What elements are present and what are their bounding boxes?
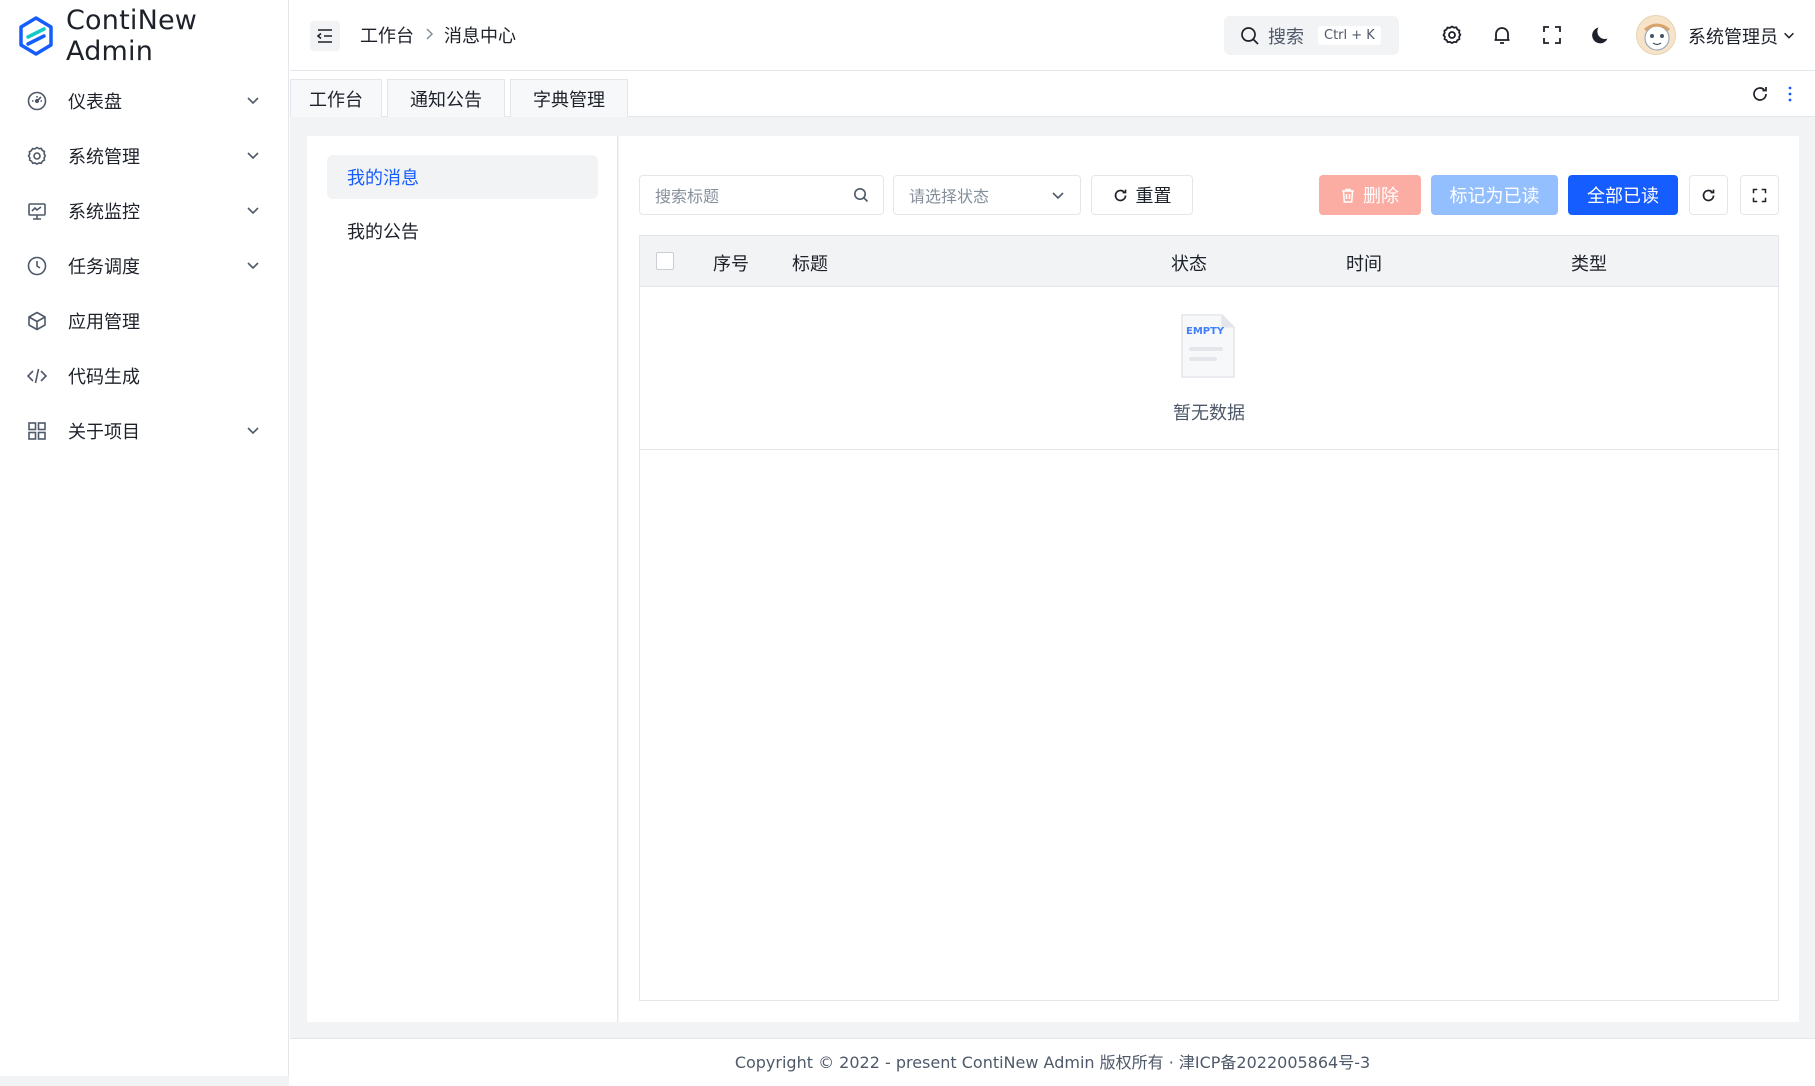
- sidebar-item-dashboard[interactable]: 仪表盘: [0, 73, 289, 128]
- search-shortcut: Ctrl + K: [1318, 26, 1381, 45]
- code-icon: [26, 365, 48, 387]
- more-vertical-icon[interactable]: [1787, 85, 1793, 103]
- message-table: 序号 标题 状态 时间 类型 EMPTY 暂无数据: [639, 235, 1779, 1001]
- empty-badge-text: EMPTY: [1186, 326, 1225, 337]
- empty-text: 暂无数据: [1173, 403, 1245, 424]
- monitor-icon: [26, 200, 48, 222]
- sidebar-item-system-monitor[interactable]: 系统监控: [0, 183, 289, 238]
- empty-state: EMPTY 暂无数据: [640, 287, 1778, 450]
- sidebar-item-code-generation[interactable]: 代码生成: [0, 348, 289, 403]
- chevron-down-icon: [245, 92, 261, 112]
- table-fullscreen-button[interactable]: [1740, 175, 1779, 215]
- chevron-down-icon: [245, 422, 261, 442]
- avatar[interactable]: [1636, 15, 1676, 55]
- global-search[interactable]: 搜索 Ctrl + K: [1224, 16, 1399, 55]
- sidebar-item-label: 仪表盘: [68, 91, 122, 113]
- status-select-placeholder: 请选择状态: [909, 187, 990, 206]
- menu-item-my-messages[interactable]: 我的消息: [327, 155, 598, 199]
- continew-logo-icon: [18, 16, 54, 56]
- sidebar-item-task-scheduling[interactable]: 任务调度: [0, 238, 289, 293]
- sidebar-item-label: 关于项目: [68, 421, 140, 443]
- table-refresh-button[interactable]: [1689, 175, 1728, 215]
- breadcrumb: 工作台 消息中心: [360, 22, 516, 48]
- delete-button[interactable]: 删除: [1319, 175, 1421, 215]
- clock-icon: [26, 255, 48, 277]
- status-select[interactable]: 请选择状态: [893, 175, 1081, 215]
- delete-button-label: 删除: [1363, 186, 1399, 207]
- mark-all-read-button[interactable]: 全部已读: [1568, 175, 1678, 215]
- sidebar-item-label: 代码生成: [68, 366, 140, 388]
- column-time: 时间: [1346, 254, 1382, 275]
- sidebar-menu: 仪表盘 系统管理 系统监控 任务调度 应用管理 代码生成 关于项目: [0, 73, 289, 458]
- sidebar-item-label: 系统监控: [68, 201, 140, 223]
- user-name[interactable]: 系统管理员: [1688, 23, 1778, 49]
- sidebar-item-about-project[interactable]: 关于项目: [0, 403, 289, 458]
- empty-file-icon: EMPTY: [1180, 313, 1236, 383]
- column-type: 类型: [1571, 254, 1607, 275]
- tab-notice[interactable]: 通知公告: [387, 79, 505, 117]
- message-center-menu: 我的消息 我的公告: [307, 136, 618, 1022]
- sidebar-item-label: 任务调度: [68, 256, 140, 278]
- fullscreen-icon: [1752, 188, 1767, 203]
- reset-button[interactable]: 重置: [1091, 175, 1193, 215]
- reset-button-label: 重置: [1135, 186, 1172, 207]
- table-header: 序号 标题 状态 时间 类型: [640, 236, 1778, 287]
- sidebar-item-label: 系统管理: [68, 146, 140, 168]
- app-logo[interactable]: ContiNew Admin: [18, 5, 288, 67]
- chevron-down-icon[interactable]: [1782, 28, 1796, 42]
- search-icon: [1240, 26, 1260, 46]
- chevron-down-icon: [245, 202, 261, 222]
- menu-item-my-notices[interactable]: 我的公告: [327, 209, 598, 253]
- breadcrumb-separator-icon: [424, 25, 434, 46]
- title-search-placeholder: 搜索标题: [655, 187, 720, 206]
- title-search-input[interactable]: 搜索标题: [639, 175, 884, 215]
- apps-grid-icon: [26, 420, 48, 442]
- bell-icon[interactable]: [1490, 23, 1514, 47]
- sidebar-item-app-management[interactable]: 应用管理: [0, 293, 289, 348]
- menu-fold-icon: [316, 28, 334, 44]
- refresh-icon: [1113, 188, 1128, 203]
- column-title: 标题: [792, 254, 828, 275]
- sidebar-item-system-management[interactable]: 系统管理: [0, 128, 289, 183]
- sidebar: ContiNew Admin 仪表盘 系统管理 系统监控 任务调度 应用管理 代…: [0, 0, 289, 1086]
- select-all-checkbox[interactable]: [656, 252, 674, 270]
- settings-gear-icon[interactable]: [1440, 23, 1464, 47]
- tab-dictionary[interactable]: 字典管理: [510, 79, 628, 117]
- dashboard-icon: [26, 90, 48, 112]
- app-name: ContiNew Admin: [66, 5, 198, 67]
- footer: Copyright © 2022 - present ContiNew Admi…: [290, 1038, 1815, 1086]
- sidebar-item-label: 应用管理: [68, 311, 140, 333]
- search-icon[interactable]: [853, 187, 869, 207]
- chevron-down-icon: [245, 257, 261, 277]
- column-status: 状态: [1171, 254, 1207, 275]
- top-header: 工作台 消息中心 搜索 Ctrl + K 系统管理员: [290, 0, 1815, 71]
- tab-workbench[interactable]: 工作台: [290, 79, 382, 117]
- tabs-actions: [1751, 85, 1793, 103]
- chevron-down-icon: [1050, 187, 1066, 207]
- trash-icon: [1341, 188, 1355, 203]
- sidebar-scrollbar[interactable]: [0, 1076, 289, 1086]
- page-tabs-bar: 工作台 通知公告 字典管理: [290, 71, 1815, 117]
- menu-collapse-button[interactable]: [310, 21, 340, 51]
- gear-icon: [26, 145, 48, 167]
- refresh-icon[interactable]: [1751, 85, 1769, 103]
- breadcrumb-item-message-center: 消息中心: [444, 26, 516, 47]
- fullscreen-icon[interactable]: [1540, 23, 1564, 47]
- search-placeholder: 搜索: [1268, 26, 1304, 48]
- mark-read-button[interactable]: 标记为已读: [1431, 175, 1558, 215]
- refresh-icon: [1701, 188, 1716, 203]
- message-list-panel: 搜索标题 请选择状态 重置 删除 标记为已读 全部已读 序号 标题 状态 时间 …: [619, 136, 1799, 1022]
- chevron-down-icon: [245, 147, 261, 167]
- dark-mode-moon-icon[interactable]: [1590, 23, 1614, 47]
- breadcrumb-item-workbench[interactable]: 工作台: [360, 22, 414, 48]
- cube-icon: [26, 310, 48, 332]
- column-index: 序号: [713, 254, 749, 275]
